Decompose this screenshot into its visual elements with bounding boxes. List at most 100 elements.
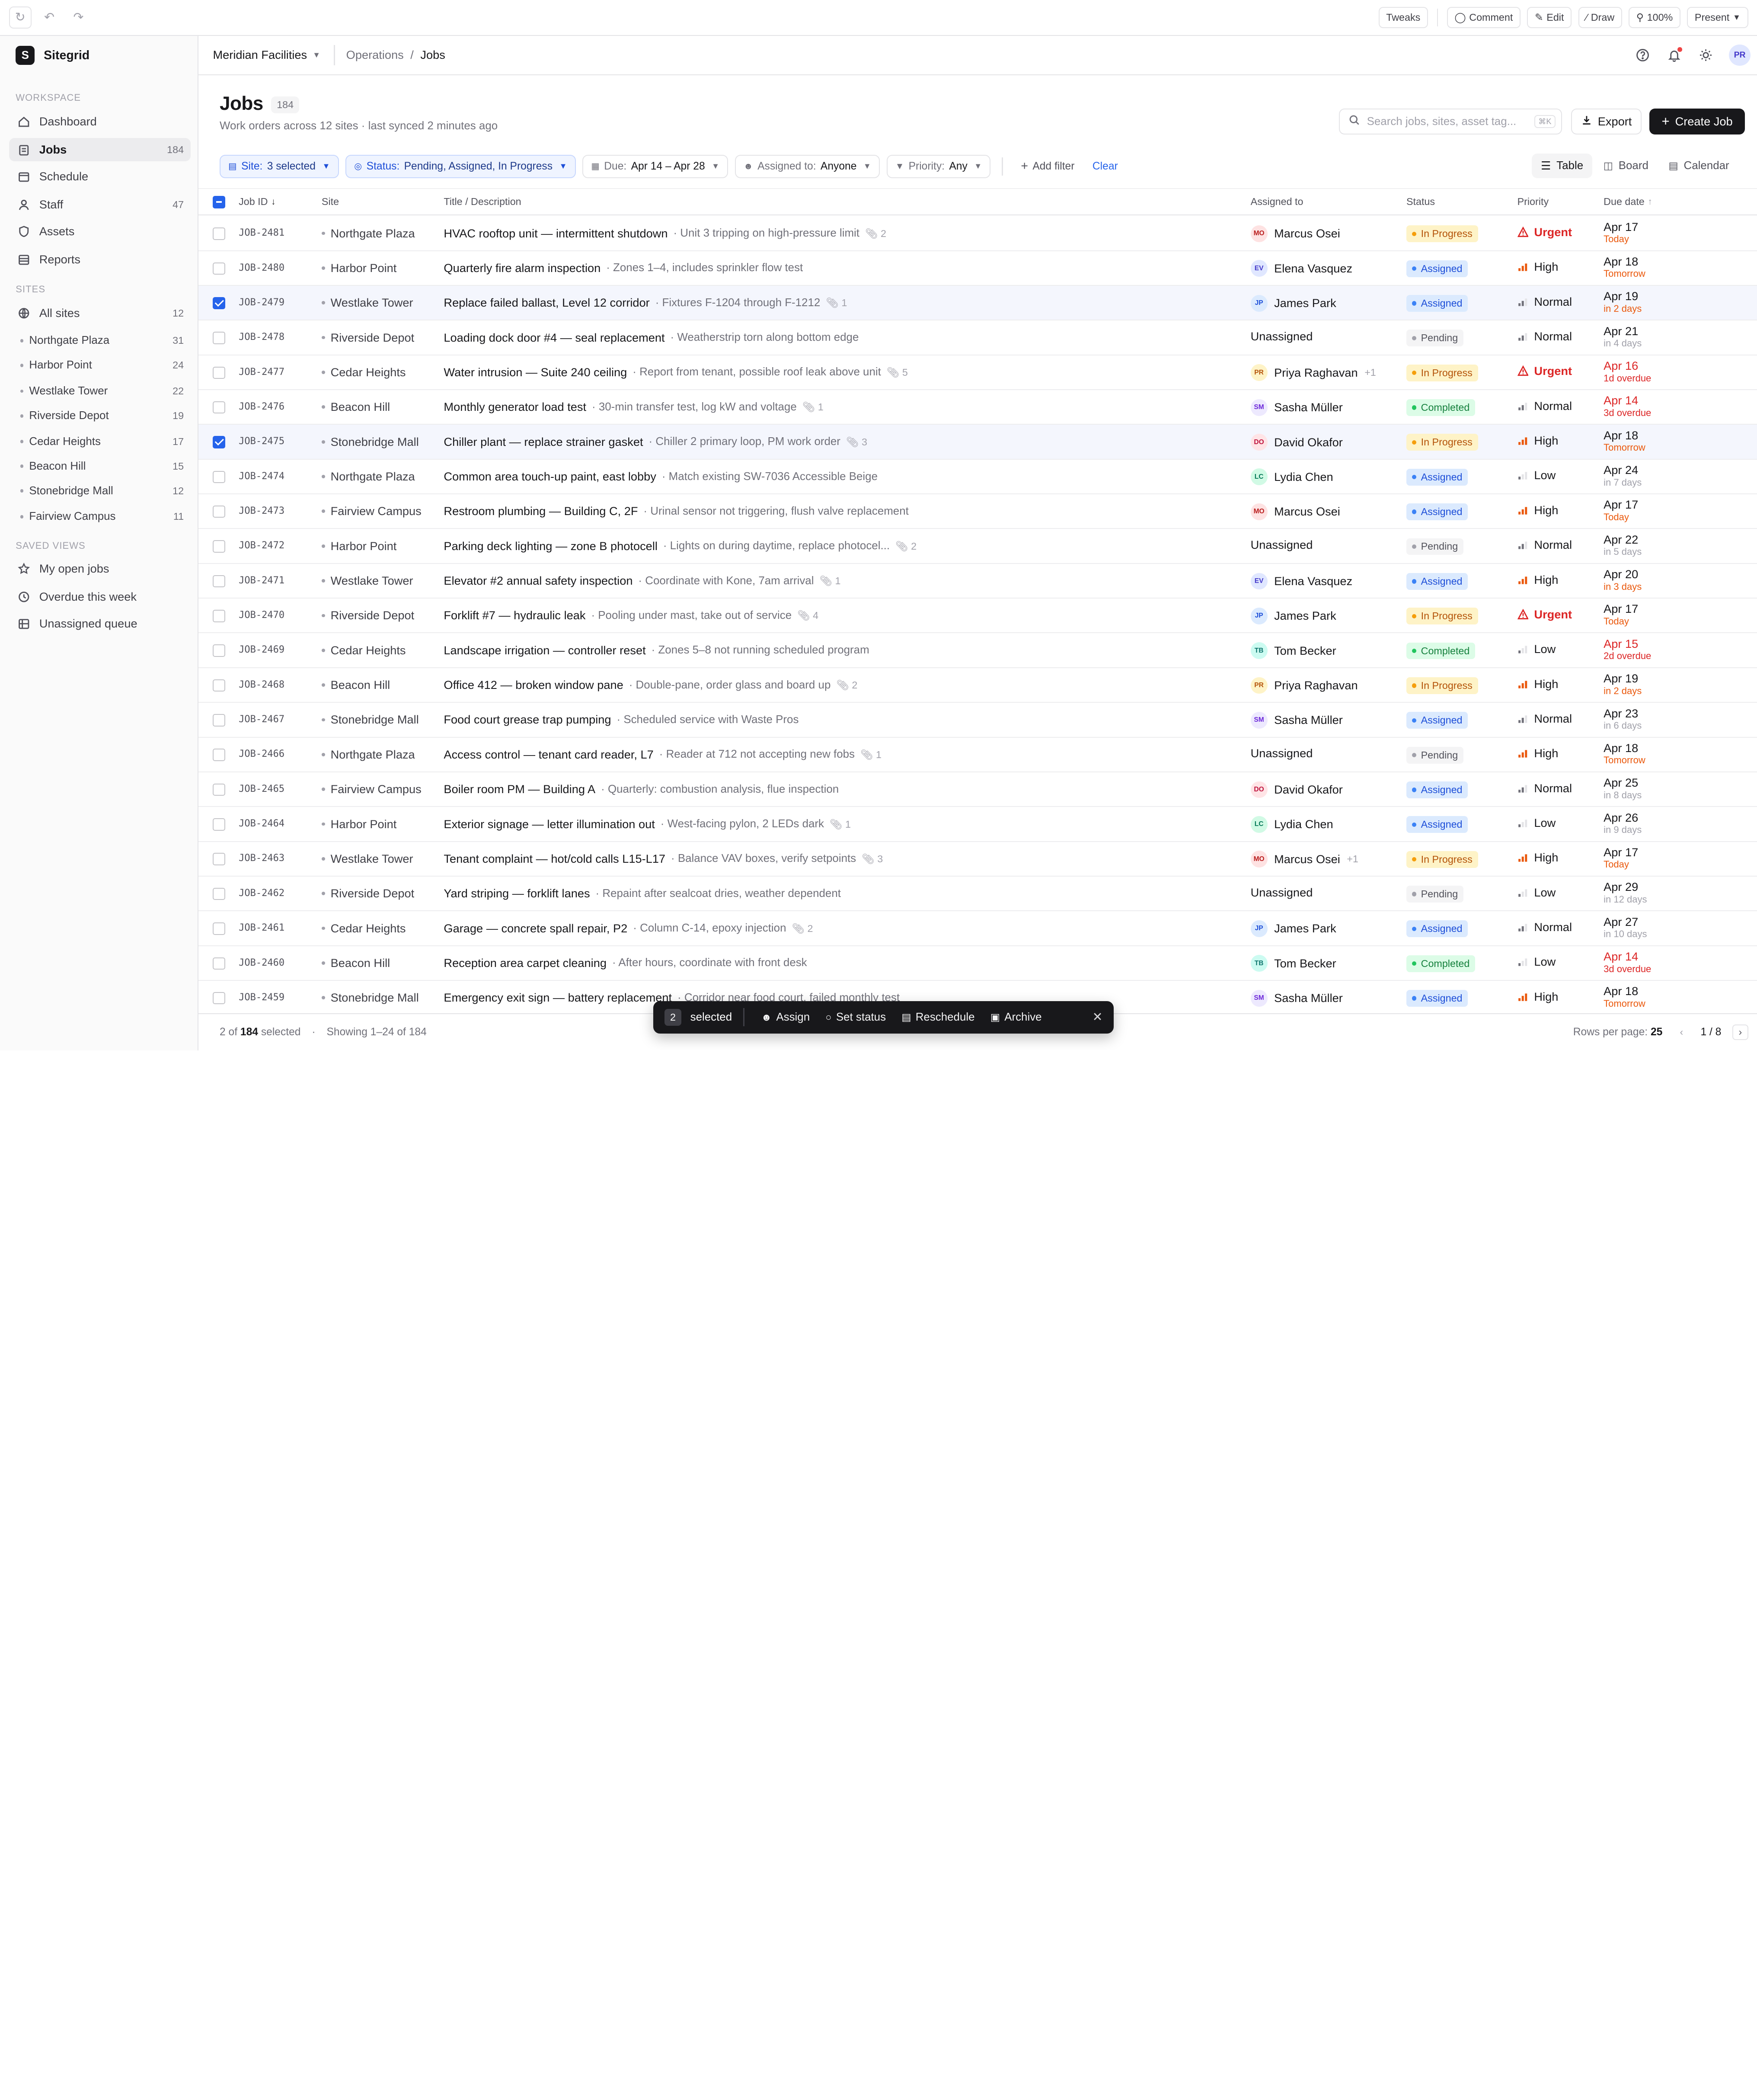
sidebar-item-dashboard[interactable]: Dashboard — [9, 110, 191, 133]
table-row[interactable]: JOB-2480 Harbor Point Quarterly fire ala… — [198, 251, 1757, 286]
filter-status[interactable]: ◎ Status: Pending, Assigned, In Progress… — [345, 154, 576, 179]
priority-cell[interactable]: Low — [1517, 642, 1556, 656]
assignee-cell[interactable]: LC Lydia Chen — [1250, 816, 1333, 833]
status-cell[interactable]: Assigned — [1406, 468, 1468, 486]
table-row[interactable]: JOB-2469 Cedar Heights Landscape irrigat… — [198, 633, 1757, 668]
row-checkbox[interactable] — [213, 853, 225, 865]
title-cell[interactable]: HVAC rooftop unit — intermittent shutdow… — [444, 227, 1228, 240]
sidebar-item-reports[interactable]: Reports — [9, 248, 191, 271]
table-row[interactable]: JOB-2481 Northgate Plaza HVAC rooftop un… — [198, 216, 1757, 251]
table-row[interactable]: JOB-2468 Beacon Hill Office 412 — broken… — [198, 668, 1757, 703]
select-all-checkbox[interactable] — [213, 196, 225, 208]
comment-button[interactable]: ◯ Comment — [1447, 6, 1521, 29]
chevron-right-icon[interactable]: › — [1732, 1024, 1748, 1040]
priority-cell[interactable]: Normal — [1517, 538, 1572, 552]
job-id[interactable]: JOB-2472 — [239, 540, 284, 551]
job-id[interactable]: JOB-2478 — [239, 332, 284, 343]
status-cell[interactable]: In Progress — [1406, 434, 1478, 451]
table-row[interactable]: JOB-2478 Riverside Depot Loading dock do… — [198, 320, 1757, 355]
column-header-site[interactable]: Site — [322, 196, 339, 208]
sidebar-view-my-open-jobs[interactable]: My open jobs — [9, 557, 191, 580]
job-id[interactable]: JOB-2468 — [239, 679, 284, 690]
bulk-archive-button[interactable]: ▣ Archive — [985, 1011, 1048, 1024]
status-cell[interactable]: Assigned — [1406, 503, 1468, 521]
priority-cell[interactable]: High — [1517, 851, 1558, 864]
priority-cell[interactable]: Normal — [1517, 920, 1572, 934]
job-id[interactable]: JOB-2480 — [239, 262, 284, 273]
job-id[interactable]: JOB-2466 — [239, 749, 284, 759]
table-row[interactable]: JOB-2474 Northgate Plaza Common area tou… — [198, 460, 1757, 495]
assignee-cell[interactable]: DO David Okafor — [1250, 434, 1343, 451]
row-checkbox[interactable] — [213, 887, 225, 900]
row-checkbox[interactable] — [213, 575, 225, 588]
priority-cell[interactable]: High — [1517, 573, 1558, 587]
undo-icon[interactable]: ↶ — [38, 6, 61, 29]
sidebar-item-assets[interactable]: Assets — [9, 220, 191, 243]
priority-cell[interactable]: Normal — [1517, 330, 1572, 343]
status-cell[interactable]: Completed — [1406, 399, 1476, 416]
row-checkbox[interactable] — [213, 957, 225, 970]
priority-cell[interactable]: Low — [1517, 886, 1556, 900]
status-cell[interactable]: Assigned — [1406, 920, 1468, 938]
row-checkbox[interactable] — [213, 505, 225, 518]
row-checkbox[interactable] — [213, 818, 225, 831]
job-id[interactable]: JOB-2463 — [239, 853, 284, 864]
job-id[interactable]: JOB-2461 — [239, 922, 284, 933]
sidebar-site-riverside-depot[interactable]: Riverside Depot 19 — [13, 406, 191, 426]
job-id[interactable]: JOB-2481 — [239, 227, 284, 238]
title-cell[interactable]: Access control — tenant card reader, L7 ·… — [444, 748, 1228, 762]
job-id[interactable]: JOB-2474 — [239, 471, 284, 482]
bulk-reschedule-button[interactable]: ▤ Reschedule — [896, 1011, 980, 1024]
breadcrumb-operations[interactable]: Operations — [346, 48, 404, 62]
export-button[interactable]: Export — [1571, 109, 1642, 135]
assignee-cell[interactable]: PR Priya Raghavan — [1250, 677, 1358, 694]
table-row[interactable]: JOB-2465 Fairview Campus Boiler room PM … — [198, 772, 1757, 807]
assignee-cell[interactable]: SM Sasha Müller — [1250, 711, 1343, 729]
zoom-button[interactable]: ⚲ 100% — [1629, 6, 1680, 29]
clear-filters-button[interactable]: Clear — [1088, 160, 1123, 173]
filter-priority[interactable]: ▼ Priority: Any ▼ — [886, 154, 991, 179]
priority-cell[interactable]: Low — [1517, 816, 1556, 830]
sidebar-site-harbor-point[interactable]: Harbor Point 24 — [13, 355, 191, 376]
status-cell[interactable]: Completed — [1406, 955, 1476, 972]
table-row[interactable]: JOB-2460 Beacon Hill Reception area carp… — [198, 946, 1757, 981]
title-cell[interactable]: Water intrusion — Suite 240 ceiling · Rep… — [444, 365, 1228, 379]
job-id[interactable]: JOB-2473 — [239, 506, 284, 516]
sidebar-item-jobs[interactable]: Jobs 184 — [9, 138, 191, 162]
title-cell[interactable]: Landscape irrigation — controller reset ·… — [444, 643, 1228, 657]
title-cell[interactable]: Food court grease trap pumping · Schedule… — [444, 713, 1228, 727]
draw-button[interactable]: ⁄ Draw — [1578, 6, 1622, 29]
row-checkbox[interactable] — [213, 679, 225, 692]
status-cell[interactable]: In Progress — [1406, 851, 1478, 868]
assignee-cell[interactable]: LC Lydia Chen — [1250, 468, 1333, 486]
user-avatar[interactable]: PR — [1729, 44, 1751, 66]
assignee-cell[interactable]: PR Priya Raghavan +1 — [1250, 364, 1376, 381]
sidebar-site-westlake-tower[interactable]: Westlake Tower 22 — [13, 381, 191, 401]
job-id[interactable]: JOB-2470 — [239, 610, 284, 621]
table-row[interactable]: JOB-2461 Cedar Heights Garage — concrete… — [198, 911, 1757, 946]
priority-cell[interactable]: Urgent — [1517, 225, 1572, 239]
job-id[interactable]: JOB-2471 — [239, 575, 284, 586]
status-cell[interactable]: Assigned — [1406, 573, 1468, 590]
assignee-cell[interactable]: MO Marcus Osei +1 — [1250, 851, 1358, 868]
status-cell[interactable]: Assigned — [1406, 990, 1468, 1007]
brand[interactable]: S Sitegrid — [0, 36, 198, 75]
title-cell[interactable]: Elevator #2 annual safety inspection · Co… — [444, 574, 1228, 588]
row-checkbox[interactable] — [213, 992, 225, 1005]
assignee-cell[interactable]: Unassigned — [1251, 538, 1313, 552]
assignee-cell[interactable]: TB Tom Becker — [1250, 642, 1336, 659]
status-cell[interactable]: In Progress — [1406, 225, 1478, 243]
table-row[interactable]: JOB-2475 Stonebridge Mall Chiller plant … — [198, 425, 1757, 460]
table-row[interactable]: JOB-2462 Riverside Depot Yard striping —… — [198, 877, 1757, 912]
assignee-cell[interactable]: EV Elena Vasquez — [1250, 260, 1352, 277]
job-id[interactable]: JOB-2459 — [239, 992, 284, 1003]
status-cell[interactable]: In Progress — [1406, 677, 1478, 694]
job-id[interactable]: JOB-2477 — [239, 367, 284, 378]
title-cell[interactable]: Loading dock door #4 — seal replacement ·… — [444, 331, 1228, 345]
help-icon[interactable] — [1635, 47, 1651, 63]
bulk-assign-button[interactable]: ☻ Assign — [756, 1011, 816, 1024]
assignee-cell[interactable]: MO Marcus Osei — [1250, 225, 1340, 242]
status-cell[interactable]: Assigned — [1406, 816, 1468, 833]
filter-due[interactable]: ▦ Due: Apr 14 – Apr 28 ▼ — [582, 154, 728, 179]
sidebar-site-stonebridge-mall[interactable]: Stonebridge Mall 12 — [13, 481, 191, 501]
